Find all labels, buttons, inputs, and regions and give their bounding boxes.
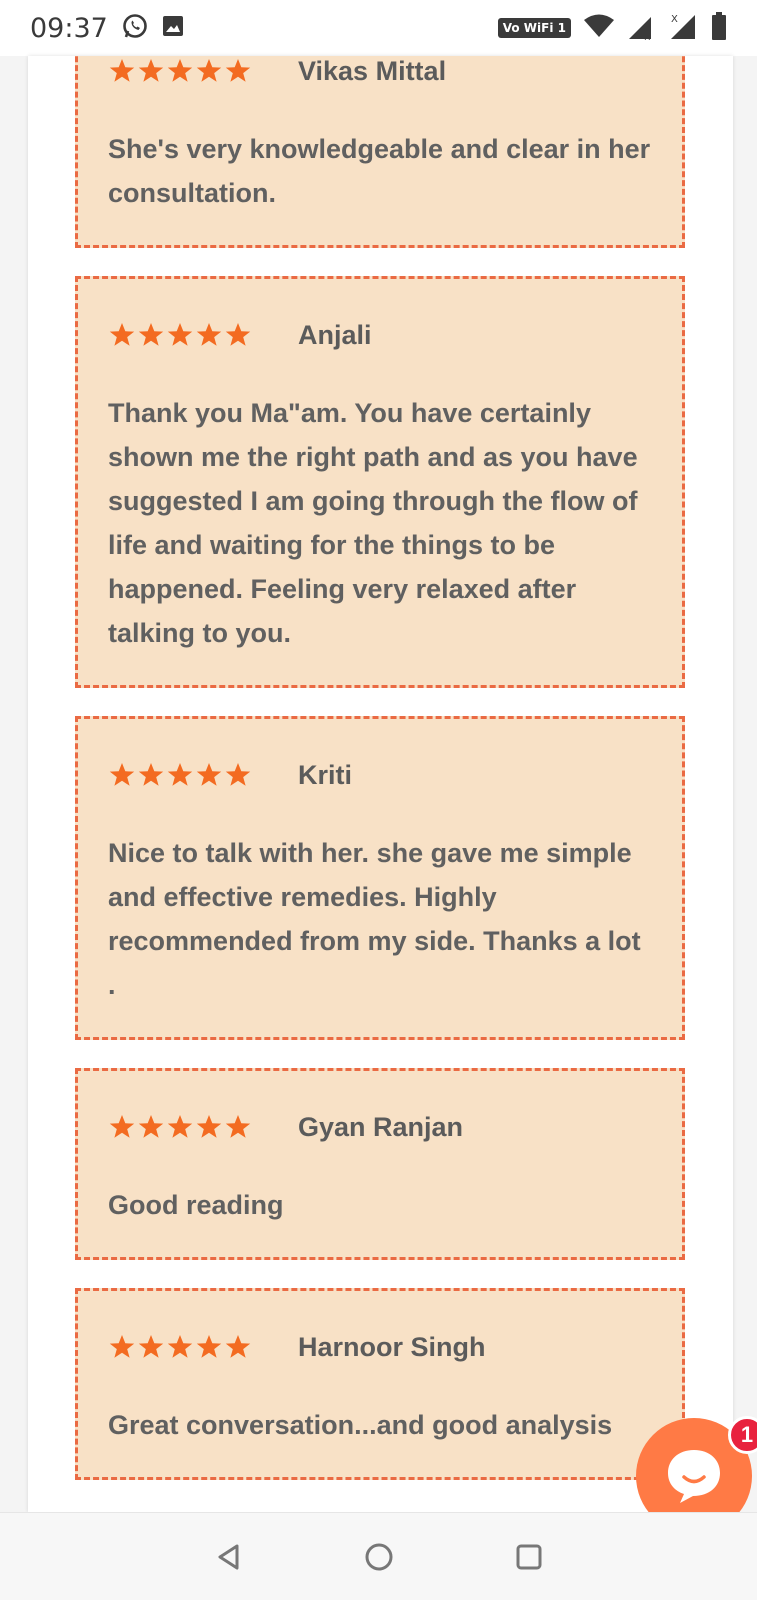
home-icon[interactable]: [359, 1537, 399, 1577]
star-icon: [167, 1335, 193, 1358]
star-icon: [138, 1335, 164, 1358]
star-icon: [109, 763, 135, 786]
star-icon: [138, 59, 164, 82]
review-card: Vikas Mittal She's very knowledgeable and…: [75, 56, 685, 248]
review-header: Anjali: [108, 279, 652, 383]
review-card: Harnoor Singh Great conversation...and go…: [75, 1288, 685, 1480]
reviewer-name: Anjali: [298, 319, 372, 350]
back-icon[interactable]: [209, 1537, 249, 1577]
review-card: Gyan Ranjan Good reading: [75, 1068, 685, 1260]
star-rating: [108, 1113, 298, 1141]
star-icon: [109, 323, 135, 346]
wifi-icon: [583, 13, 615, 44]
star-icon: [167, 323, 193, 346]
star-icon: [138, 763, 164, 786]
review-header: Harnoor Singh: [108, 1291, 652, 1395]
reviewer-name: Kriti: [298, 759, 352, 790]
star-icon: [225, 59, 251, 82]
reviewer-name: Vikas Mittal: [298, 56, 447, 86]
star-icon: [196, 1115, 222, 1138]
star-icon: [138, 1115, 164, 1138]
review-text: Great conversation...and good analysis: [108, 1410, 613, 1440]
star-icon: [167, 59, 193, 82]
review-header: Kriti: [108, 719, 652, 823]
status-time: 09:37: [30, 12, 108, 44]
star-rating: [108, 321, 298, 349]
vowifi-badge: Vo WiFi 1: [497, 18, 571, 38]
status-bar: 09:37 Vo WiFi 1 R X: [0, 0, 757, 56]
star-rating: [108, 57, 298, 85]
reviewer-name: Gyan Ranjan: [298, 1111, 464, 1142]
review-text: Thank you Ma"am. You have certainly show…: [108, 398, 638, 648]
signal-icon: X: [669, 11, 699, 46]
star-icon: [109, 59, 135, 82]
battery-icon: [711, 11, 727, 45]
star-icon: [138, 323, 164, 346]
review-text: She's very knowledgeable and clear in he…: [108, 134, 651, 208]
signal-icon: R: [627, 11, 657, 46]
star-rating: [108, 761, 298, 789]
review-header: Gyan Ranjan: [108, 1071, 652, 1175]
whatsapp-icon: [122, 13, 148, 44]
reviews-list: Vikas Mittal She's very knowledgeable and…: [75, 56, 685, 1508]
review-header: Vikas Mittal: [108, 56, 652, 119]
star-icon: [225, 1335, 251, 1358]
star-icon: [225, 323, 251, 346]
reviews-panel[interactable]: Vikas Mittal She's very knowledgeable and…: [28, 56, 733, 1512]
star-icon: [167, 763, 193, 786]
svg-text:R: R: [644, 33, 650, 41]
chat-bubble-icon: [668, 1450, 720, 1503]
review-card: Anjali Thank you Ma"am. You have certainl…: [75, 276, 685, 688]
star-rating: [108, 1333, 298, 1361]
star-icon: [196, 59, 222, 82]
star-icon: [225, 1115, 251, 1138]
reviewer-name: Harnoor Singh: [298, 1331, 486, 1362]
star-icon: [196, 1335, 222, 1358]
review-text: Good reading: [108, 1190, 284, 1220]
navigation-bar: [0, 1512, 757, 1600]
star-icon: [109, 1115, 135, 1138]
star-icon: [196, 323, 222, 346]
star-icon: [225, 763, 251, 786]
star-icon: [109, 1335, 135, 1358]
svg-text:X: X: [671, 14, 678, 25]
review-card: Kriti Nice to talk with her. she gave me …: [75, 716, 685, 1040]
star-icon: [167, 1115, 193, 1138]
review-text: Nice to talk with her. she gave me simpl…: [108, 838, 641, 1000]
recents-icon[interactable]: [509, 1537, 549, 1577]
image-icon: [162, 15, 184, 42]
star-icon: [196, 763, 222, 786]
